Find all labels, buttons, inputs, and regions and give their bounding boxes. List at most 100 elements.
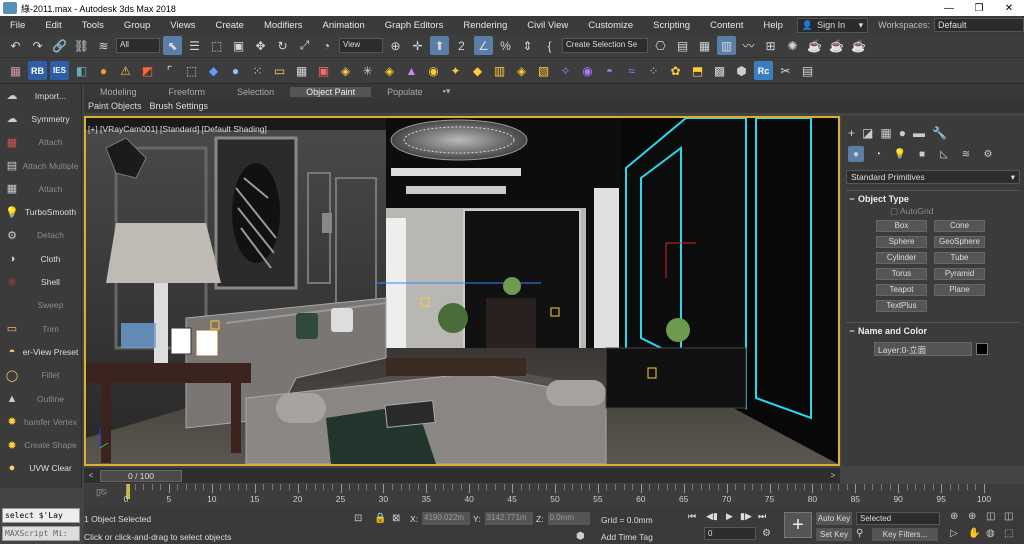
modify-tab-icon[interactable]: ◪ — [862, 126, 873, 140]
key-set-dropdown[interactable]: Selected — [856, 512, 940, 525]
angle-snap-icon[interactable]: ∠ — [474, 36, 493, 55]
ribbon-options-icon[interactable]: ▪▾ — [439, 86, 455, 97]
reference-coord-dropdown[interactable]: View — [339, 38, 383, 53]
maxscript-mini-input[interactable]: MAXScript Mi: — [2, 526, 80, 541]
selection-filter-dropdown[interactable]: All — [116, 38, 160, 53]
hierarchy-tab-icon[interactable]: ▦ — [880, 126, 891, 140]
paint-objects-tab[interactable]: Paint Objects — [84, 101, 146, 111]
cylinder-button[interactable]: Cylinder — [876, 252, 927, 264]
geosphere-button[interactable]: GeoSphere — [934, 236, 985, 248]
cloth-icon[interactable]: ◉ — [578, 61, 597, 80]
maxscript-listener[interactable]: select $'Lay — [2, 508, 80, 523]
key-mode-icon[interactable]: ▯⍉ — [96, 487, 106, 498]
y-field[interactable]: 3142.771m — [484, 512, 533, 525]
lp-symmetry[interactable]: ☁ Symmetry — [0, 107, 81, 130]
menu-customize[interactable]: Customize — [578, 20, 643, 31]
primitive-type-dropdown[interactable]: Standard Primitives ▾ — [846, 170, 1020, 184]
dots-icon[interactable]: ⁙ — [248, 61, 267, 80]
menu-tools[interactable]: Tools — [72, 20, 114, 31]
lp-shell[interactable]: ⚛ Shell — [0, 270, 81, 293]
tools-icon[interactable]: ✂ — [776, 61, 795, 80]
pan-icon[interactable]: ✋ — [968, 528, 980, 539]
x-field[interactable]: 4190.022m — [422, 512, 471, 525]
perspective-viewport[interactable]: [+] [VRayCam001] [Standard] [Default Sha… — [84, 116, 840, 466]
auto-key-button[interactable]: Auto Key — [816, 512, 852, 525]
lp-attach[interactable]: ▦ Attach — [0, 131, 81, 154]
select-move-icon[interactable]: ✥ — [251, 36, 270, 55]
menu-scripting[interactable]: Scripting — [643, 20, 700, 31]
fur-icon[interactable]: ▥ — [490, 61, 509, 80]
warning-icon[interactable]: ⚠ — [116, 61, 135, 80]
displace-icon[interactable]: ▧ — [534, 61, 553, 80]
set-key-button[interactable]: Set Key — [816, 528, 852, 541]
tube-button[interactable]: Tube — [934, 252, 985, 264]
proxy-icon[interactable]: ✦ — [446, 61, 465, 80]
tab-selection[interactable]: Selection — [221, 87, 290, 97]
geometry-icon[interactable]: ● — [848, 146, 864, 162]
cube-icon[interactable]: ◆ — [204, 61, 223, 80]
menu-content[interactable]: Content — [700, 20, 753, 31]
tab-object-paint[interactable]: Object Paint — [290, 86, 372, 97]
minimize-button[interactable]: — — [934, 3, 964, 14]
key-filters-button[interactable]: Key Filters... — [872, 528, 938, 541]
time-tag-icon[interactable]: ⬢ — [576, 531, 585, 542]
zoom-all-icon[interactable]: ⊕ — [968, 511, 976, 522]
isolate-icon[interactable]: ⊡ — [354, 513, 362, 524]
menu-file[interactable]: File — [0, 20, 35, 31]
grid-icon[interactable]: ▦ — [292, 61, 311, 80]
object-name-field[interactable]: Layer:0-立面 — [874, 342, 972, 356]
menu-modifiers[interactable]: Modifiers — [254, 20, 313, 31]
tag-icon[interactable]: ◈ — [336, 61, 355, 80]
window-crossing-icon[interactable]: ▣ — [229, 36, 248, 55]
checker-icon[interactable]: ▩ — [710, 61, 729, 80]
select-rotate-icon[interactable]: ↻ — [273, 36, 292, 55]
menu-edit[interactable]: Edit — [35, 20, 71, 31]
goto-start-icon[interactable]: ⏮ — [688, 511, 696, 522]
edit-named-sel-icon[interactable]: { — [540, 36, 559, 55]
rb-button[interactable]: RB — [28, 61, 47, 80]
undo-icon[interactable]: ↶ — [6, 36, 25, 55]
lock-icon[interactable]: 🔒 — [374, 513, 386, 524]
cameras-icon[interactable]: ■ — [914, 146, 930, 162]
crop-icon[interactable]: ⌜ — [160, 61, 179, 80]
vray-sun-icon[interactable]: ● — [94, 61, 113, 80]
pivot-center-icon[interactable]: ⊕ — [386, 36, 405, 55]
particles-icon[interactable]: ✧ — [556, 61, 575, 80]
teapot-button[interactable]: Teapot — [876, 284, 927, 296]
select-manipulate-icon[interactable]: ✛ — [408, 36, 427, 55]
key-mode-icon[interactable]: ⚲ — [856, 528, 863, 539]
menu-group[interactable]: Group — [114, 20, 160, 31]
wave-icon[interactable]: ≈ — [622, 61, 641, 80]
decal-icon[interactable]: ◈ — [512, 61, 531, 80]
display-tab-icon[interactable]: ▬ — [913, 126, 925, 140]
lp-outline[interactable]: ▲ Outline — [0, 387, 81, 410]
lp-attach-2[interactable]: ▦ Attach — [0, 177, 81, 200]
schematic-view-icon[interactable]: ⊞ — [761, 36, 780, 55]
goto-end-icon[interactable]: ⏭ — [758, 511, 766, 522]
lp-cloth[interactable]: ◑ Cloth — [0, 247, 81, 270]
autogrid-checkbox[interactable]: ▢ AutoGrid — [890, 206, 1024, 218]
tab-populate[interactable]: Populate — [371, 87, 439, 97]
material-icon[interactable]: ◉ — [424, 61, 443, 80]
lp-import[interactable]: ☁ Import... — [0, 84, 81, 107]
mirror-icon[interactable]: ⎔ — [651, 36, 670, 55]
menu-animation[interactable]: Animation — [313, 20, 375, 31]
create-tab-icon[interactable]: + — [848, 126, 855, 140]
redo-icon[interactable]: ↷ — [28, 36, 47, 55]
zoom-extents-all-icon[interactable]: ◫ — [1004, 511, 1013, 522]
tab-freeform[interactable]: Freeform — [153, 87, 222, 97]
rendered-frame-icon[interactable]: ☕ — [827, 36, 846, 55]
ies-button[interactable]: IES — [50, 61, 69, 80]
maximize-viewport-icon[interactable]: ⬚ — [1004, 528, 1013, 539]
sphere-icon[interactable]: ● — [226, 61, 245, 80]
pyramid-icon[interactable]: ▲ — [402, 61, 421, 80]
select-place-icon[interactable]: ◔ — [317, 36, 336, 55]
curve-editor-icon[interactable]: 〰 — [739, 36, 758, 55]
current-frame-field[interactable]: 0 — [704, 527, 756, 540]
time-slider[interactable]: < 0 / 100 > — [84, 468, 840, 483]
track-bar[interactable]: ▯⍉ 0 5 10 15 20 25 30 35 40 45 50 55 60 65 70 75 80 85 90 9… — [84, 484, 1024, 506]
sphere-button[interactable]: Sphere — [876, 236, 927, 248]
prev-key-icon[interactable]: ◀▮ — [706, 511, 718, 522]
object-color-swatch[interactable] — [976, 343, 988, 355]
lp-attach-multiple[interactable]: ▤ Attach Multiple — [0, 154, 81, 177]
